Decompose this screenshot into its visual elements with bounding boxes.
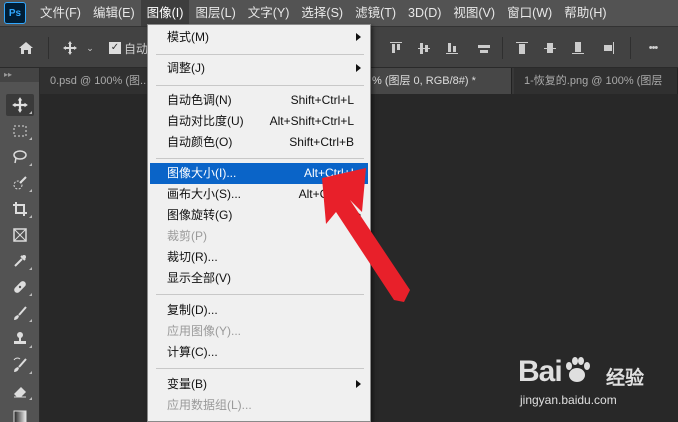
menu-item-variables[interactable]: 变量(B) [150, 374, 368, 395]
move-tool-icon[interactable] [58, 38, 82, 58]
menu-type[interactable]: 文字(Y) [242, 0, 296, 26]
baidu-logo: Bai [518, 355, 592, 389]
eraser-tool-icon[interactable] [6, 380, 34, 402]
crop-tool-icon[interactable] [6, 198, 34, 220]
menu-3d[interactable]: 3D(D) [402, 0, 447, 26]
menu-item-trim[interactable]: 裁切(R)... [150, 247, 368, 268]
menu-item-crop: 裁剪(P) [167, 229, 207, 243]
menu-item-adjustments[interactable]: 调整(J) [150, 58, 368, 79]
menu-item-apply-data-set: 应用数据组(L)... [167, 398, 252, 412]
menu-item-auto-tone[interactable]: 自动色调(N) Shift+Ctrl+L [150, 90, 368, 111]
distribute-vcenter-icon[interactable] [540, 38, 560, 58]
align-vcenter-icon[interactable] [414, 38, 434, 58]
chevron-down-icon[interactable]: ⌄ [84, 38, 96, 58]
more-options-icon[interactable]: ••• [640, 38, 666, 58]
brush-tool-icon[interactable] [6, 302, 34, 324]
watermark-url: jingyan.baidu.com [520, 393, 617, 407]
tab-doc-2[interactable]: % (图层 0, RGB/8#) * [362, 68, 512, 94]
menu-select[interactable]: 选择(S) [295, 0, 349, 26]
menu-file[interactable]: 文件(F) [34, 0, 87, 26]
align-top-icon[interactable] [386, 38, 406, 58]
clone-stamp-tool-icon[interactable] [6, 328, 34, 350]
align-hcenter-icon[interactable] [474, 38, 494, 58]
menu-item-calculations[interactable]: 计算(C)... [150, 342, 368, 363]
menu-item-image-rotation[interactable]: 图像旋转(G) [150, 205, 368, 226]
gradient-tool-icon[interactable] [6, 406, 34, 422]
panel-collapse-icon[interactable]: ▸▸ [0, 68, 39, 82]
menu-item-duplicate[interactable]: 复制(D)... [150, 300, 368, 321]
menu-item-auto-color[interactable]: 自动颜色(O) Shift+Ctrl+B [150, 132, 368, 153]
frame-tool-icon[interactable] [6, 224, 34, 246]
submenu-arrow-icon [356, 380, 361, 388]
distribute-right-icon[interactable] [598, 38, 618, 58]
menu-item-reveal-all[interactable]: 显示全部(V) [150, 268, 368, 289]
healing-brush-tool-icon[interactable] [6, 276, 34, 298]
move-tool-icon[interactable] [6, 94, 34, 116]
jingyan-label: 经验 [606, 368, 645, 389]
menu-item-image-size[interactable]: 图像大小(I)... Alt+Ctrl+I [150, 163, 368, 184]
lasso-tool-icon[interactable] [6, 146, 34, 168]
tab-doc-3[interactable]: 1-恢复的.png @ 100% (图层 [514, 68, 678, 94]
distribute-bottom-icon[interactable] [568, 38, 588, 58]
menu-item-apply-image: 应用图像(Y)... [167, 324, 241, 338]
eyedropper-tool-icon[interactable] [6, 250, 34, 272]
history-brush-tool-icon[interactable] [6, 354, 34, 376]
distribute-top-icon[interactable] [512, 38, 532, 58]
image-menu-dropdown: 模式(M) 调整(J) 自动色调(N) Shift+Ctrl+L 自动对比度(U… [147, 24, 371, 422]
menu-item-mode[interactable]: 模式(M) [150, 27, 368, 48]
menu-view[interactable]: 视图(V) [447, 0, 501, 26]
submenu-arrow-icon [356, 211, 361, 219]
menu-image[interactable]: 图像(I) [140, 0, 190, 26]
photoshop-logo: Ps [4, 2, 26, 24]
menu-layer[interactable]: 图层(L) [189, 0, 241, 26]
baidu-paw-icon [565, 357, 590, 382]
menu-help[interactable]: 帮助(H) [558, 0, 612, 26]
menu-item-auto-contrast[interactable]: 自动对比度(U) Alt+Shift+Ctrl+L [150, 111, 368, 132]
auto-select-label: 自动 [124, 41, 149, 56]
baidu-jingyan-watermark: Bai 经验 jingyan.baidu.com [518, 355, 668, 415]
tools-panel: ▸▸ [0, 68, 40, 422]
submenu-arrow-icon [356, 33, 361, 41]
submenu-arrow-icon [356, 64, 361, 72]
home-icon[interactable] [14, 38, 38, 58]
quick-select-tool-icon[interactable] [6, 172, 34, 194]
menu-bar: Ps 文件(F) 编辑(E) 图像(I) 图层(L) 文字(Y) 选择(S) 滤… [0, 0, 678, 26]
menu-item-canvas-size[interactable]: 画布大小(S)... Alt+Ctrl+C [150, 184, 368, 205]
align-bottom-icon[interactable] [442, 38, 462, 58]
auto-select-checkbox[interactable]: ✓ [108, 38, 122, 58]
menu-filter[interactable]: 滤镜(T) [349, 0, 402, 26]
marquee-tool-icon[interactable] [6, 120, 34, 142]
menu-window[interactable]: 窗口(W) [501, 0, 558, 26]
menu-edit[interactable]: 编辑(E) [87, 0, 141, 26]
